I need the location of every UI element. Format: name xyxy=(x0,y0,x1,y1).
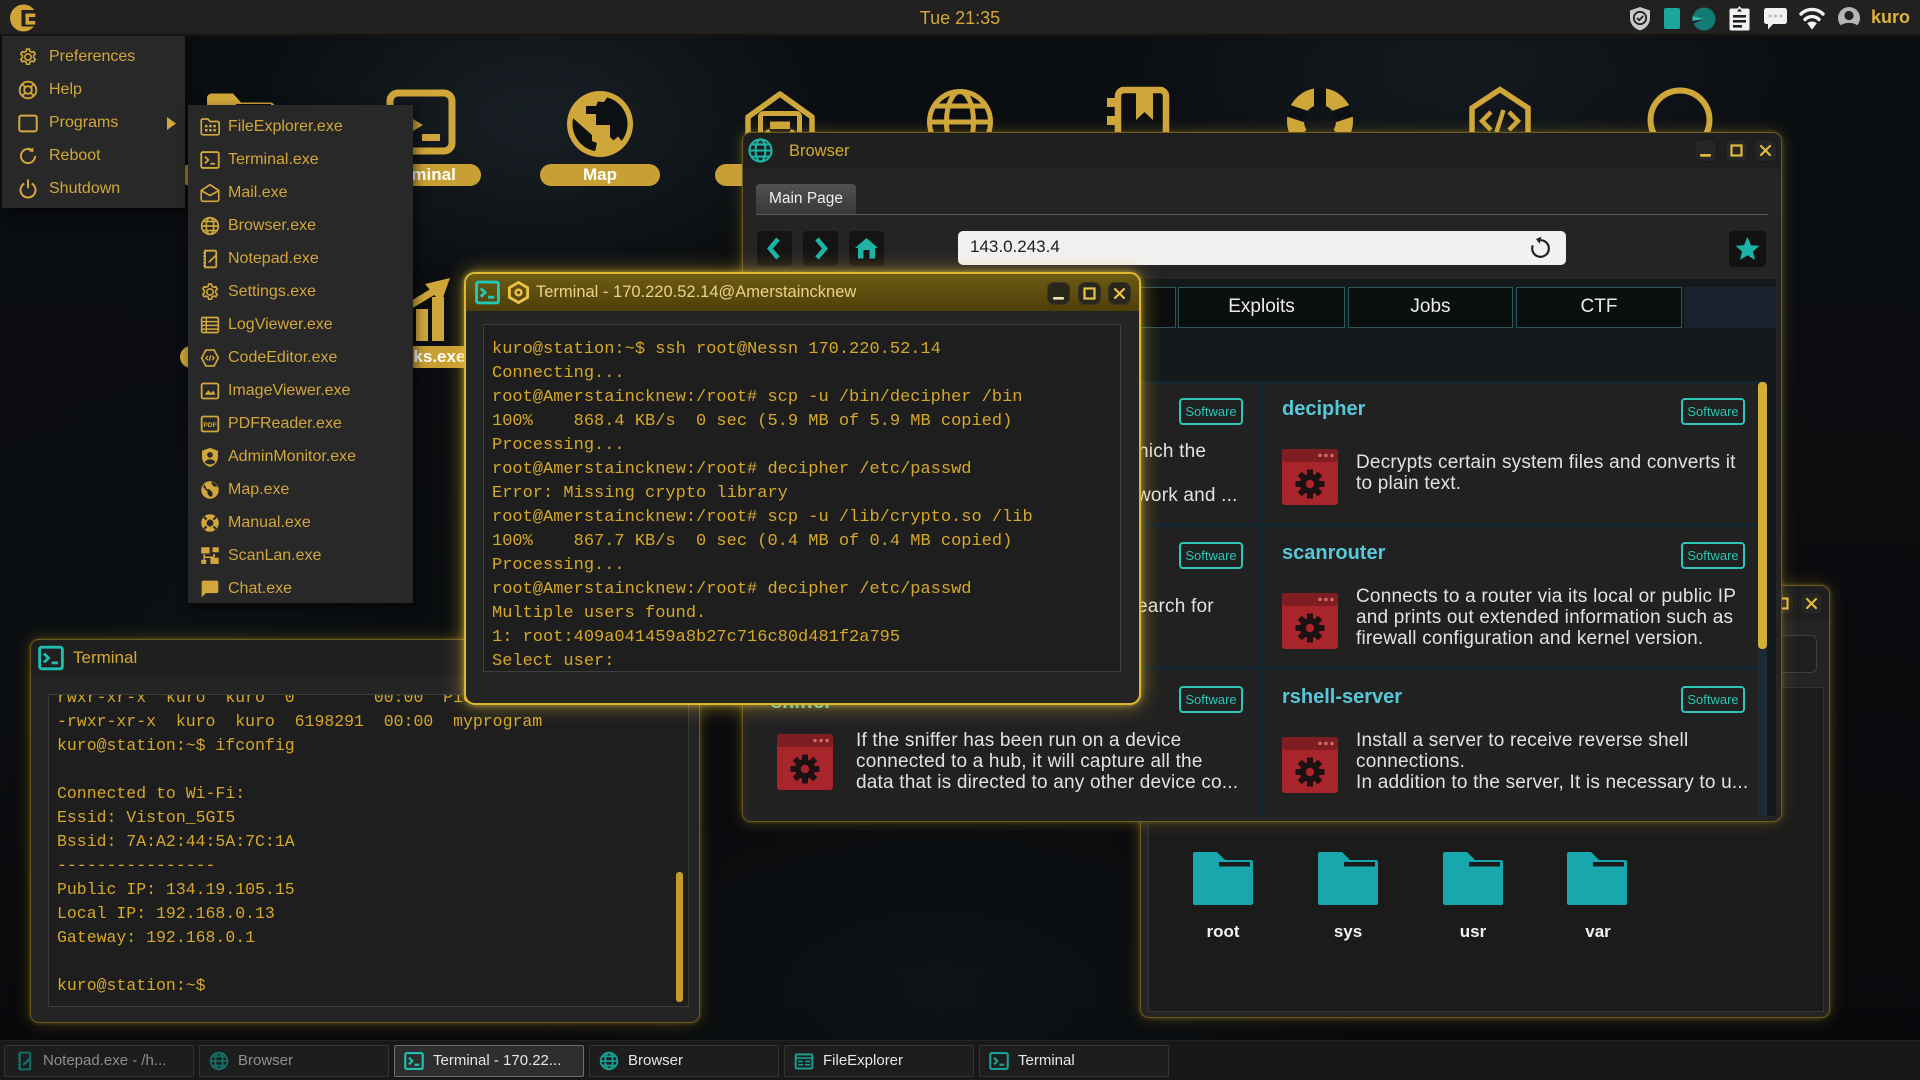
svg-text:PDF: PDF xyxy=(203,422,216,429)
